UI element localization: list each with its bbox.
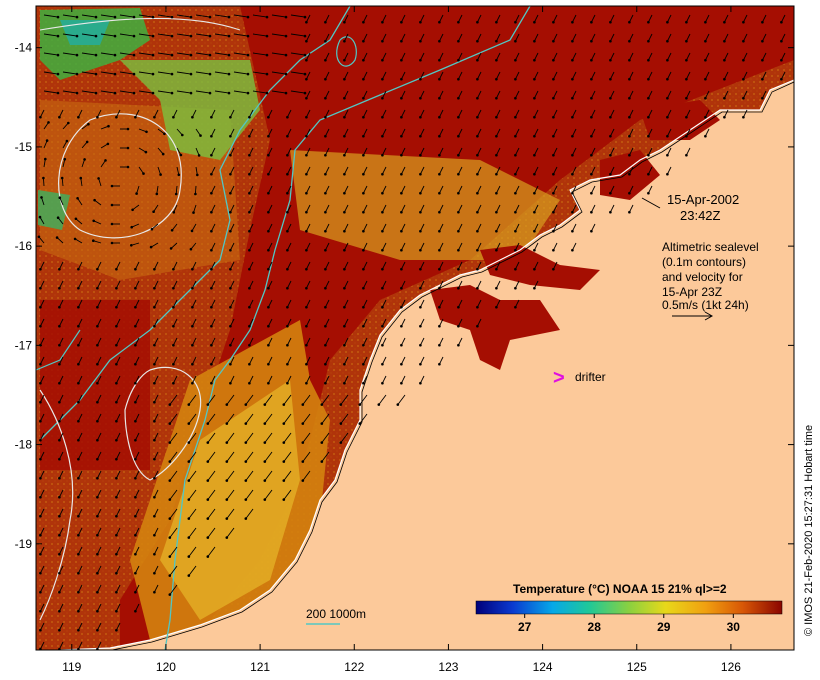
svg-text:and velocity for: and velocity for (662, 270, 743, 284)
colorbar-tick-label: 29 (657, 620, 671, 634)
svg-text:(0.1m contours): (0.1m contours) (662, 255, 746, 269)
svg-text:0.5m/s (1kt 24h): 0.5m/s (1kt 24h) (662, 298, 749, 312)
svg-text:15-Apr 23Z: 15-Apr 23Z (662, 285, 722, 299)
lat-tick-label: -19 (15, 537, 33, 551)
lon-tick-label: 122 (344, 660, 364, 674)
colorbar-tick-label: 27 (518, 620, 532, 634)
lon-tick-label: 121 (250, 660, 270, 674)
date-label: 15-Apr-2002 (667, 192, 739, 207)
drifter-label: drifter (575, 370, 606, 384)
time-label: 23:42Z (680, 208, 721, 223)
lon-tick-label: 119 (62, 660, 81, 674)
credit-label: © IMOS 21-Feb-2020 15:27:31 Hobart time (803, 425, 815, 636)
lat-tick-label: -17 (15, 338, 33, 352)
lon-tick-label: 123 (438, 660, 458, 674)
lat-tick-label: -15 (15, 140, 33, 154)
lat-tick-label: -18 (15, 438, 33, 452)
colorbar-tick-label: 28 (588, 620, 602, 634)
lat-tick-label: -14 (15, 41, 33, 55)
lon-tick-label: 120 (156, 660, 176, 674)
lon-tick-label: 124 (533, 660, 553, 674)
drifter-symbol: > (553, 367, 565, 389)
svg-text:Temperature (°C) NOAA 15 21% q: Temperature (°C) NOAA 15 21% ql>=2 (513, 582, 727, 596)
sst-map: > drifter 15-Apr-2002 23:42Z Altimetric … (15, 5, 815, 674)
depth-legend-label: 200 1000m (306, 607, 366, 621)
lat-tick-label: -16 (15, 239, 33, 253)
lon-tick-label: 125 (627, 660, 647, 674)
lon-tick-label: 126 (721, 660, 741, 674)
svg-text:Altimetric sealevel: Altimetric sealevel (662, 240, 759, 254)
colorbar-tick-label: 30 (727, 620, 741, 634)
